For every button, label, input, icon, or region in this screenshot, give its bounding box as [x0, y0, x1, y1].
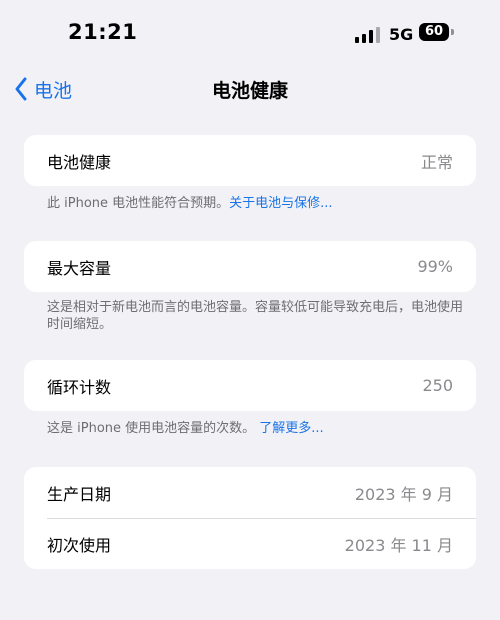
battery-health-row: 电池健康 正常	[24, 135, 476, 186]
battery-health-footnote: 此 iPhone 电池性能符合预期。关于电池与保修...	[47, 195, 467, 212]
cycle-count-footnote: 这是 iPhone 使用电池容量的次数。 了解更多...	[47, 420, 467, 437]
manufacture-date-value: 2023 年 9 月	[354, 484, 453, 504]
battery-level: 60	[424, 24, 444, 39]
navigation-bar: 电池 电池健康	[0, 64, 500, 114]
status-bar: 21:21 5G 60	[0, 0, 500, 60]
battery-tip	[451, 29, 454, 35]
manufacture-date-row: 生产日期 2023 年 9 月	[24, 467, 476, 518]
max-capacity-label: 最大容量	[47, 258, 112, 278]
cycle-count-footnote-text: 这是 iPhone 使用电池容量的次数。	[47, 421, 256, 436]
max-capacity-footnote: 这是相对于新电池而言的电池容量。容量较低可能导致充电后，电池使用时间缩短。	[47, 300, 464, 332]
max-capacity-value: 99%	[417, 257, 453, 276]
battery-health-value: 正常	[420, 152, 453, 172]
cycle-count-row: 循环计数 250	[24, 360, 476, 411]
battery-health-label: 电池健康	[47, 152, 112, 172]
battery-warranty-link[interactable]: 关于电池与保修...	[229, 196, 332, 211]
network-type: 5G	[389, 25, 414, 44]
cycle-count-label: 循环计数	[47, 377, 112, 397]
cycle-count-value: 250	[422, 376, 453, 395]
first-use-label: 初次使用	[47, 535, 112, 555]
cellular-signal-icon	[355, 27, 380, 43]
battery-icon: 60	[419, 23, 449, 41]
max-capacity-row: 最大容量 99%	[24, 241, 476, 292]
first-use-value: 2023 年 11 月	[344, 535, 453, 555]
learn-more-link[interactable]: 了解更多...	[259, 421, 323, 436]
battery-health-footnote-text: 此 iPhone 电池性能符合预期。	[47, 196, 230, 211]
cycle-count-card: 循环计数 250	[24, 360, 476, 411]
page-title: 电池健康	[211, 80, 288, 102]
dates-card: 生产日期 2023 年 9 月 初次使用 2023 年 11 月	[24, 467, 476, 569]
manufacture-date-label: 生产日期	[47, 484, 112, 504]
status-time: 21:21	[68, 20, 138, 44]
battery-health-card: 电池健康 正常	[24, 135, 476, 186]
max-capacity-card: 最大容量 99%	[24, 241, 476, 292]
first-use-row: 初次使用 2023 年 11 月	[24, 518, 476, 569]
